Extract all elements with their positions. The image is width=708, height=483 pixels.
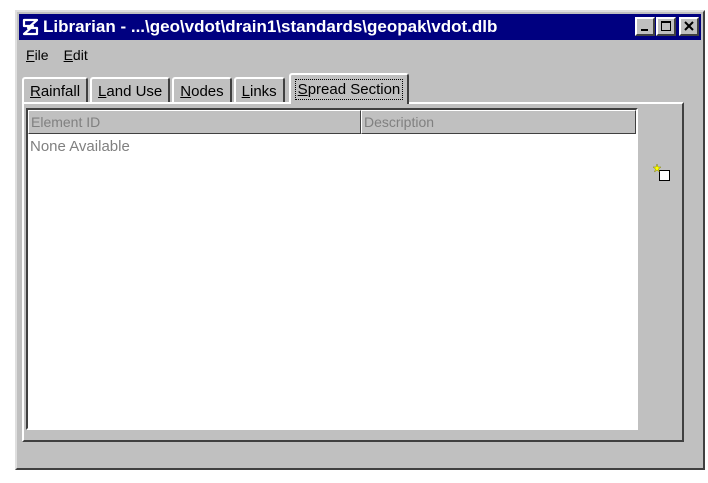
minimize-icon (641, 29, 648, 31)
menu-file-label: ile (34, 47, 49, 63)
new-element-button[interactable] (652, 162, 674, 184)
tab-links-mnemonic: L (241, 83, 250, 100)
geopak-icon[interactable] (21, 16, 41, 38)
menu-edit[interactable]: Edit (57, 47, 96, 63)
menu-file[interactable]: File (19, 47, 57, 63)
tab-land-use-mnemonic: L (98, 83, 107, 100)
close-button[interactable] (679, 17, 699, 36)
empty-list-text: None Available (30, 138, 130, 155)
menu-edit-mnemonic: E (63, 47, 73, 63)
tab-land-use-label: and Use (106, 83, 163, 100)
tab-nodes-label: odes (191, 83, 224, 100)
menu-edit-label: dit (72, 47, 88, 63)
menu-bar: File Edit (19, 44, 701, 66)
new-element-icon (652, 163, 670, 181)
tab-spread-section-focus: Spread Section (294, 79, 404, 100)
tab-links-label: inks (249, 83, 277, 100)
window-title: Librarian - ...\geo\vdot\drain1\standard… (43, 17, 498, 36)
tab-nodes-mnemonic: N (180, 83, 192, 100)
tab-rainfall-mnemonic: R (30, 83, 41, 100)
tab-strip: Rainfall Land Use Nodes Links Spread Sec… (22, 72, 411, 104)
column-description[interactable]: Description (361, 110, 636, 134)
close-icon (684, 21, 694, 31)
title-buttons (634, 17, 699, 36)
maximize-icon (661, 21, 671, 31)
tab-nodes[interactable]: Nodes (172, 77, 232, 104)
title-bar[interactable]: Librarian - ...\geo\vdot\drain1\standard… (19, 14, 701, 40)
tab-panel: Element ID Description None Available (22, 102, 684, 442)
tab-links[interactable]: Links (233, 77, 285, 104)
list-header: Element ID Description (28, 110, 636, 134)
element-list[interactable]: Element ID Description None Available (26, 108, 638, 430)
tab-spread-section-label: pread Section (307, 81, 401, 98)
tab-spread-section-mnemonic: S (297, 81, 308, 98)
tab-spread-section[interactable]: Spread Section (288, 73, 410, 104)
maximize-button[interactable] (656, 17, 676, 36)
minimize-button[interactable] (635, 17, 655, 36)
column-element-id[interactable]: Element ID (28, 110, 361, 134)
tab-land-use[interactable]: Land Use (90, 77, 171, 104)
tab-rainfall[interactable]: Rainfall (22, 77, 89, 104)
menu-file-mnemonic: F (26, 47, 35, 63)
tab-rainfall-label: ainfall (40, 83, 81, 100)
